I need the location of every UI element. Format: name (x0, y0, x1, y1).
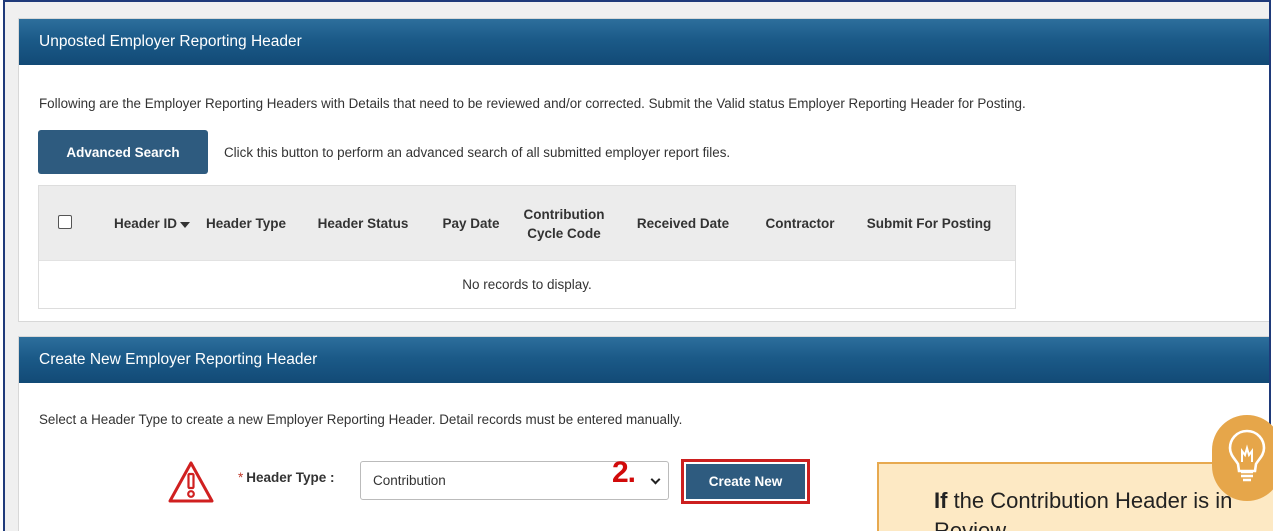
column-header-id[interactable]: Header ID (103, 186, 201, 260)
lightbulb-glyph (1228, 429, 1266, 482)
column-label: Contribution Cycle Code (523, 207, 605, 241)
column-contractor[interactable]: Contractor (757, 186, 843, 260)
column-pay-date[interactable]: Pay Date (433, 186, 509, 260)
unposted-headers-table: Header ID Header Type Header Status Pay … (38, 185, 1016, 309)
create-panel-title: Create New Employer Reporting Header (19, 337, 1269, 383)
table-header-row: Header ID Header Type Header Status Pay … (39, 186, 1015, 260)
header-type-label: * Header Type : (238, 470, 335, 485)
column-label: Header ID (113, 215, 178, 231)
unposted-panel: Unposted Employer Reporting Header Follo… (18, 18, 1269, 322)
column-label: Pay Date (442, 215, 500, 231)
note-bold-text: If (934, 488, 948, 513)
required-marker: * (238, 470, 244, 485)
column-header-type[interactable]: Header Type (197, 186, 295, 260)
create-new-button[interactable]: Create New (686, 464, 805, 499)
column-submit-for-posting[interactable]: Submit For Posting (847, 186, 1011, 260)
note-text: the Contribution Header is in Review (934, 488, 1233, 531)
column-label: Received Date (636, 215, 730, 231)
column-label: Header Status (317, 215, 409, 231)
advanced-search-button[interactable]: Advanced Search (38, 130, 208, 174)
select-all-checkbox[interactable] (58, 215, 72, 229)
create-description: Select a Header Type to create a new Emp… (39, 412, 683, 427)
chevron-down-icon (650, 474, 661, 485)
empty-table-message: No records to display. (39, 260, 1015, 308)
header-type-label-text: Header Type : (246, 470, 335, 485)
sort-desc-icon (180, 222, 191, 228)
lightbulb-icon (1212, 415, 1273, 501)
page-frame: Unposted Employer Reporting Header Follo… (3, 0, 1271, 531)
column-received-date[interactable]: Received Date (621, 186, 745, 260)
unposted-description: Following are the Employer Reporting Hea… (39, 96, 1026, 111)
header-type-value: Contribution (373, 473, 446, 488)
column-contribution-cycle-code[interactable]: Contribution Cycle Code (515, 186, 613, 260)
column-label: Submit For Posting (866, 215, 992, 231)
step-number-annotation: 2. (612, 456, 636, 489)
column-header-status[interactable]: Header Status (307, 186, 419, 260)
column-label: Contractor (765, 215, 835, 231)
column-label: Header Type (205, 215, 287, 231)
warning-icon (168, 461, 214, 503)
create-button-highlight: Create New (681, 459, 810, 504)
advanced-search-hint: Click this button to perform an advanced… (224, 145, 731, 160)
unposted-panel-title: Unposted Employer Reporting Header (19, 19, 1269, 65)
